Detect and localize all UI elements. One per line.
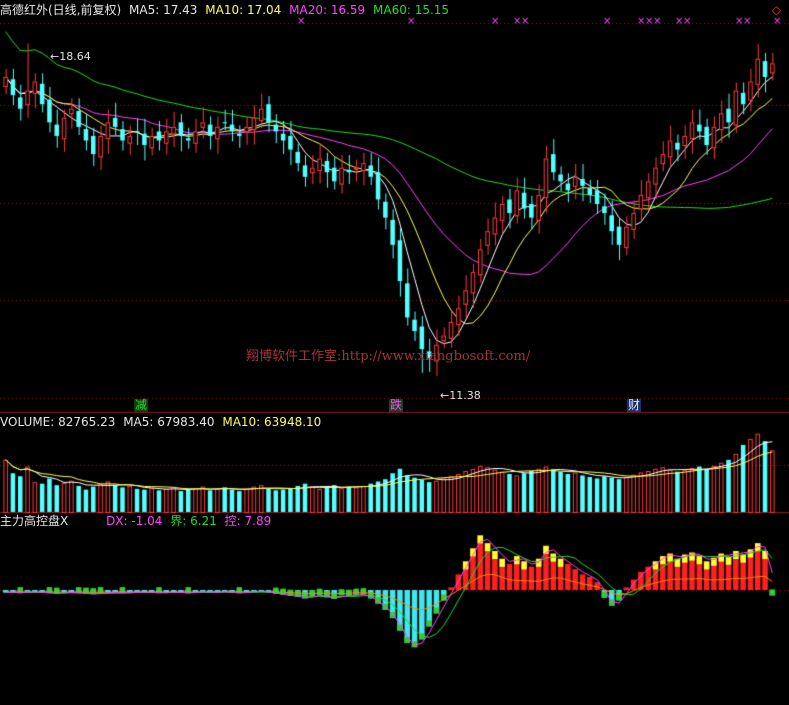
- price-panel-header: 高德红外(日线,前复权) MA5: 17.43 MA10: 17.04 MA20…: [0, 3, 453, 17]
- volume-panel-header: VOLUME: 82765.23 MA5: 67983.40 MA10: 639…: [0, 415, 325, 429]
- watermark-text: 翔博软件工作室:http://www.xiangbosoft.com/: [246, 349, 531, 364]
- event-tag-cai[interactable]: 财: [627, 399, 642, 412]
- diamond-icon[interactable]: ◇: [772, 3, 781, 17]
- volume-ma5-label: MA5: 67983.40: [123, 415, 215, 429]
- volume-ma10-label: MA10: 63948.10: [222, 415, 322, 429]
- dx-label: DX: -1.04: [106, 514, 163, 528]
- low-price-value: 11.38: [449, 389, 481, 402]
- ma20-label: MA20: 16.59: [289, 3, 366, 17]
- indicator-name: 主力高控盘X: [0, 514, 69, 528]
- ma10-label: MA10: 17.04: [205, 3, 282, 17]
- event-tag-die[interactable]: 跌: [389, 399, 404, 412]
- ma60-label: MA60: 15.15: [373, 3, 450, 17]
- low-price-annotation: ←11.38: [440, 389, 481, 402]
- jie-label: 界: 6.21: [170, 514, 217, 528]
- volume-label: VOLUME: 82765.23: [0, 415, 116, 429]
- indicator-panel-header: 主力高控盘X DX: -1.04 界: 6.21 控: 7.89: [0, 514, 275, 528]
- kong-label: 控: 7.89: [224, 514, 272, 528]
- ma5-label: MA5: 17.43: [129, 3, 198, 17]
- high-price-value: 18.64: [59, 50, 91, 63]
- stock-title: 高德红外(日线,前复权): [0, 3, 122, 17]
- event-tag-jian[interactable]: 减: [134, 399, 149, 412]
- high-price-annotation: ←18.64: [50, 50, 91, 63]
